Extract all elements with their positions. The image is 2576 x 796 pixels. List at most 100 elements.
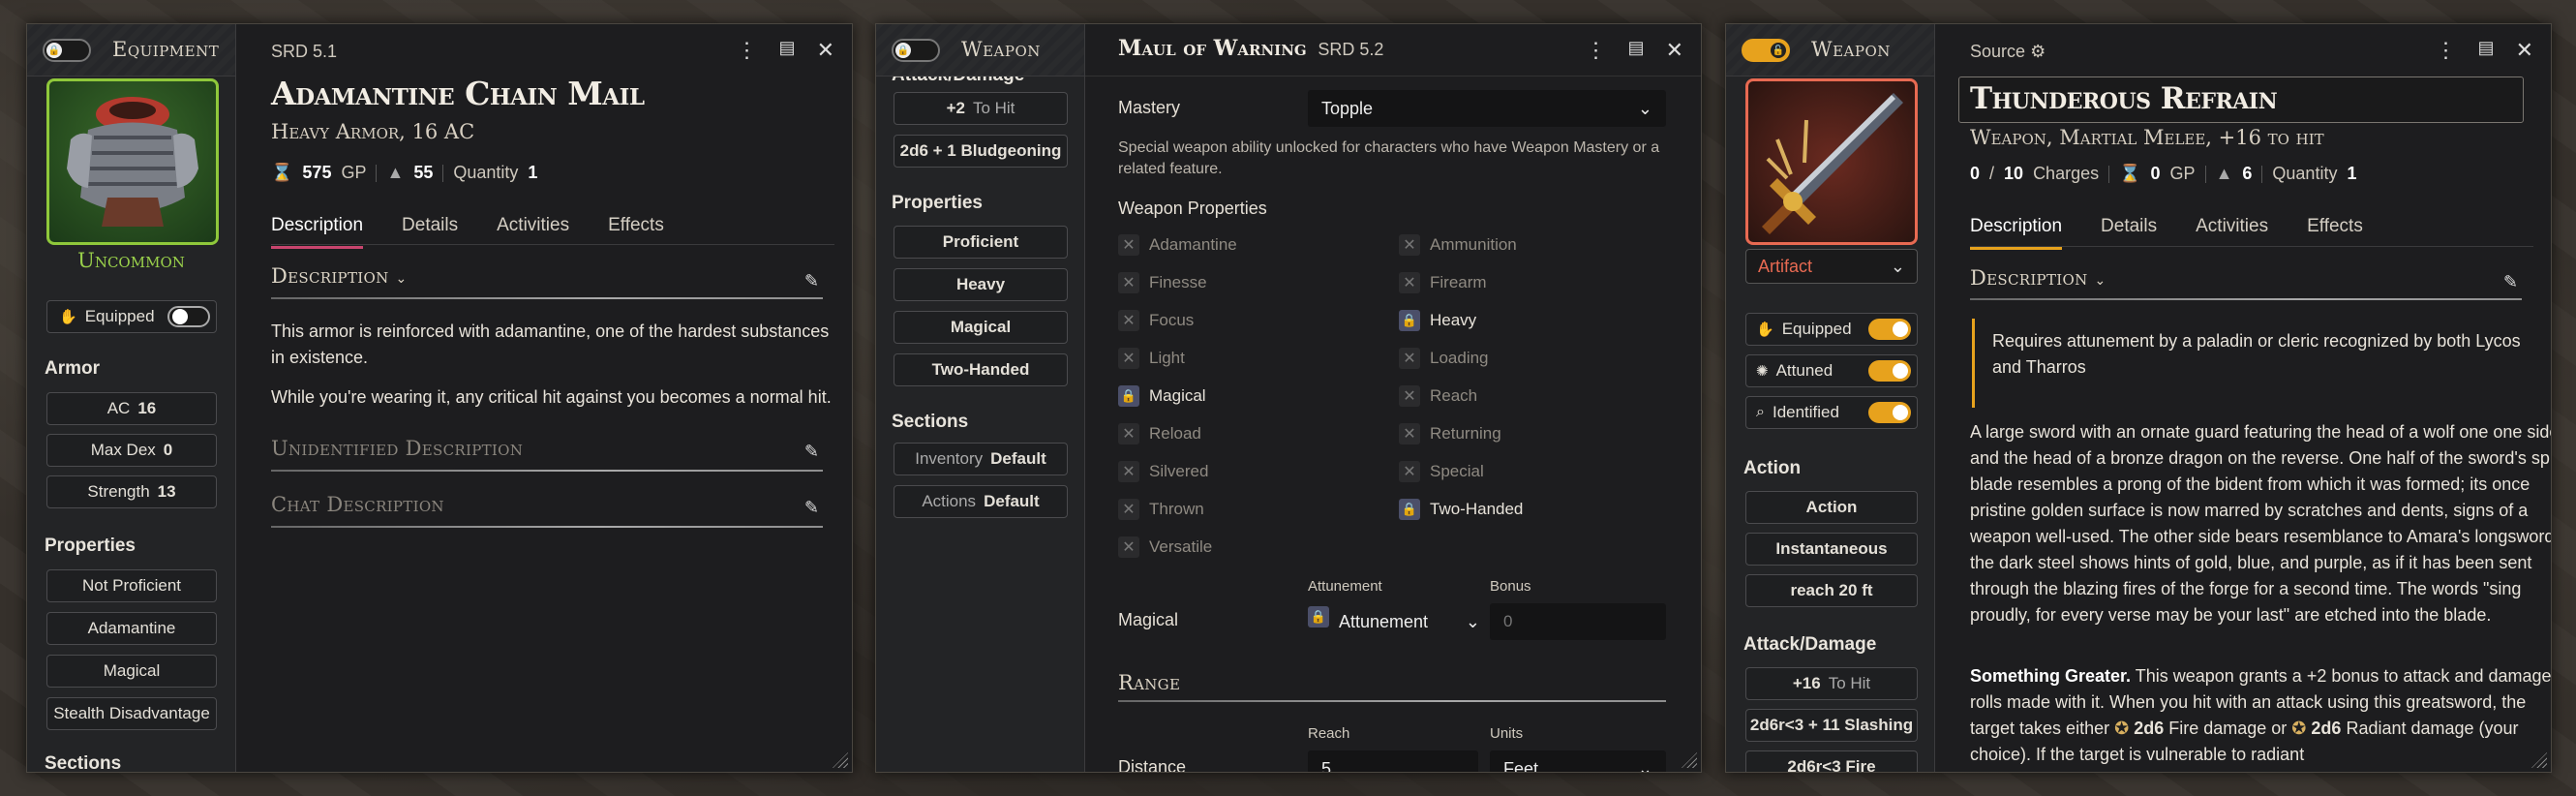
- weapon-property-checkbox[interactable]: ✕ Silvered: [1118, 461, 1208, 482]
- damage-pill[interactable]: 2d6 + 1 Bludgeoning: [894, 135, 1068, 168]
- duration-pill[interactable]: Instantaneous: [1745, 533, 1918, 566]
- price-value[interactable]: 575: [302, 163, 331, 183]
- property-pill[interactable]: Not Proficient: [46, 569, 217, 602]
- tab-details[interactable]: Details: [2101, 210, 2157, 250]
- description-title[interactable]: Description ⌄: [1970, 266, 2106, 290]
- unidentified-title[interactable]: Unidentified Description: [271, 437, 523, 460]
- weapon-property-checkbox[interactable]: ✕ Light: [1118, 348, 1185, 369]
- chat-description-title[interactable]: Chat Description: [271, 493, 444, 516]
- weapon-property-checkbox[interactable]: 🔒 Heavy: [1399, 310, 1476, 331]
- equipped-switch[interactable]: [1868, 319, 1911, 340]
- item-portrait[interactable]: [1745, 78, 1918, 245]
- strength-pill[interactable]: Strength 13: [46, 475, 217, 508]
- weight-value[interactable]: 6: [2242, 164, 2252, 184]
- quantity-value[interactable]: 1: [2347, 164, 2356, 184]
- item-name[interactable]: Maul of Warning SRD 5.2: [1118, 36, 1383, 61]
- tab-effects[interactable]: Effects: [608, 209, 664, 249]
- compendium-icon[interactable]: ▤: [779, 38, 796, 63]
- units-select[interactable]: Feet ⌄: [1490, 750, 1666, 772]
- mastery-select[interactable]: Topple ⌄: [1308, 90, 1666, 127]
- description-title[interactable]: Description ⌄: [271, 264, 408, 288]
- activation-pill[interactable]: Action: [1745, 491, 1918, 524]
- tab-activities[interactable]: Activities: [497, 209, 569, 249]
- rarity-select[interactable]: Artifact ⌄: [1745, 249, 1918, 284]
- tab-effects[interactable]: Effects: [2307, 210, 2363, 250]
- property-pill[interactable]: Heavy: [894, 268, 1068, 301]
- radiant-damage-roll[interactable]: ✪ 2d6: [2291, 719, 2341, 738]
- equipped-toggle[interactable]: ✋ Equipped: [1745, 313, 1918, 346]
- charges-max[interactable]: 10: [2004, 164, 2023, 184]
- actions-section-pill[interactable]: Actions Default: [894, 485, 1068, 518]
- equipped-toggle[interactable]: ✋ Equipped: [46, 300, 217, 333]
- weapon-property-checkbox[interactable]: ✕ Reload: [1118, 423, 1201, 444]
- damage-pill[interactable]: 2d6r<3 + 11 Slashing: [1745, 709, 1918, 742]
- source-label[interactable]: Source ⚙: [1970, 42, 2046, 62]
- item-portrait[interactable]: [46, 78, 219, 245]
- tab-activities[interactable]: Activities: [2196, 210, 2268, 250]
- weapon-property-checkbox[interactable]: ✕ Firearm: [1399, 272, 1487, 293]
- weapon-property-checkbox[interactable]: ✕ Reach: [1399, 385, 1477, 407]
- close-icon[interactable]: ✕: [2516, 38, 2533, 63]
- property-pill[interactable]: Stealth Disadvantage: [46, 697, 217, 730]
- property-pill[interactable]: Magical: [46, 655, 217, 688]
- property-pill[interactable]: Adamantine: [46, 612, 217, 645]
- maxdex-pill[interactable]: Max Dex 0: [46, 434, 217, 467]
- weapon-property-label: Finesse: [1149, 273, 1207, 291]
- weapon-property-checkbox[interactable]: ✕ Thrown: [1118, 499, 1204, 520]
- attunement-select[interactable]: Attunement ⌄: [1339, 605, 1480, 638]
- to-hit-pill[interactable]: +2 To Hit: [894, 92, 1068, 125]
- weapon-property-label: Thrown: [1149, 500, 1204, 518]
- weight-value[interactable]: 55: [413, 163, 433, 183]
- magical-checkbox[interactable]: 🔒: [1308, 606, 1329, 628]
- weapon-property-checkbox[interactable]: 🔒 Magical: [1118, 385, 1206, 407]
- more-vert-icon[interactable]: ⋮: [2436, 38, 2457, 63]
- weapon-property-checkbox[interactable]: ✕ Ammunition: [1399, 234, 1517, 256]
- weapon-property-checkbox[interactable]: ✕ Loading: [1399, 348, 1489, 369]
- ac-pill[interactable]: AC 16: [46, 392, 217, 425]
- charges-value[interactable]: 0: [1970, 164, 1980, 184]
- tab-details[interactable]: Details: [402, 209, 458, 249]
- edit-icon[interactable]: ✎: [804, 498, 819, 518]
- tab-description[interactable]: Description: [1970, 210, 2063, 250]
- close-icon[interactable]: ✕: [1666, 38, 1683, 63]
- compendium-icon[interactable]: ▤: [2478, 38, 2495, 63]
- property-pill[interactable]: Magical: [894, 311, 1068, 344]
- property-pill[interactable]: Proficient: [894, 226, 1068, 259]
- more-vert-icon[interactable]: ⋮: [737, 38, 758, 63]
- weapon-property-checkbox[interactable]: 🔒 Two-Handed: [1399, 499, 1523, 520]
- close-icon[interactable]: ✕: [817, 38, 834, 63]
- edit-icon[interactable]: ✎: [804, 271, 819, 291]
- mode-toggle[interactable]: 🔓: [1742, 39, 1790, 62]
- range-pill[interactable]: reach 20 ft: [1745, 574, 1918, 607]
- reach-input[interactable]: 5: [1308, 750, 1478, 772]
- tab-description[interactable]: Description: [271, 209, 364, 249]
- identified-toggle[interactable]: ⌕ Identified: [1745, 396, 1918, 429]
- edit-icon[interactable]: ✎: [2503, 272, 2518, 292]
- equipped-switch[interactable]: [167, 306, 210, 327]
- fire-damage-formula: 2d6: [2134, 719, 2165, 738]
- edit-icon[interactable]: ✎: [804, 442, 819, 462]
- item-stats: 0 / 10 Charges ⌛ 0 GP ▲ 6 Quantity 1: [1970, 164, 2356, 184]
- identified-switch[interactable]: [1868, 402, 1911, 423]
- bonus-input[interactable]: [1490, 603, 1666, 640]
- mode-toggle[interactable]: 🔒: [43, 39, 91, 62]
- damage-pill[interactable]: 2d6r<3 Fire: [1745, 750, 1918, 772]
- inventory-section-pill[interactable]: Inventory Default: [894, 443, 1068, 475]
- weapon-property-checkbox[interactable]: ✕ Versatile: [1118, 536, 1212, 558]
- fire-damage-roll[interactable]: ✪ 2d6: [2114, 719, 2164, 738]
- weapon-property-checkbox[interactable]: ✕ Special: [1399, 461, 1484, 482]
- compendium-icon[interactable]: ▤: [1628, 38, 1645, 63]
- attuned-switch[interactable]: [1868, 360, 1911, 382]
- price-value[interactable]: 0: [2151, 164, 2161, 184]
- mode-toggle[interactable]: 🔒: [892, 39, 940, 62]
- more-vert-icon[interactable]: ⋮: [1586, 38, 1607, 63]
- weapon-property-checkbox[interactable]: ✕ Focus: [1118, 310, 1194, 331]
- item-name[interactable]: Adamantine Chain Mail: [271, 75, 645, 112]
- quantity-value[interactable]: 1: [528, 163, 537, 183]
- weapon-property-checkbox[interactable]: ✕ Adamantine: [1118, 234, 1237, 256]
- to-hit-pill[interactable]: +16 To Hit: [1745, 667, 1918, 700]
- weapon-property-checkbox[interactable]: ✕ Returning: [1399, 423, 1501, 444]
- property-pill[interactable]: Two-Handed: [894, 353, 1068, 386]
- weapon-property-checkbox[interactable]: ✕ Finesse: [1118, 272, 1207, 293]
- attuned-toggle[interactable]: ✺ Attuned: [1745, 354, 1918, 387]
